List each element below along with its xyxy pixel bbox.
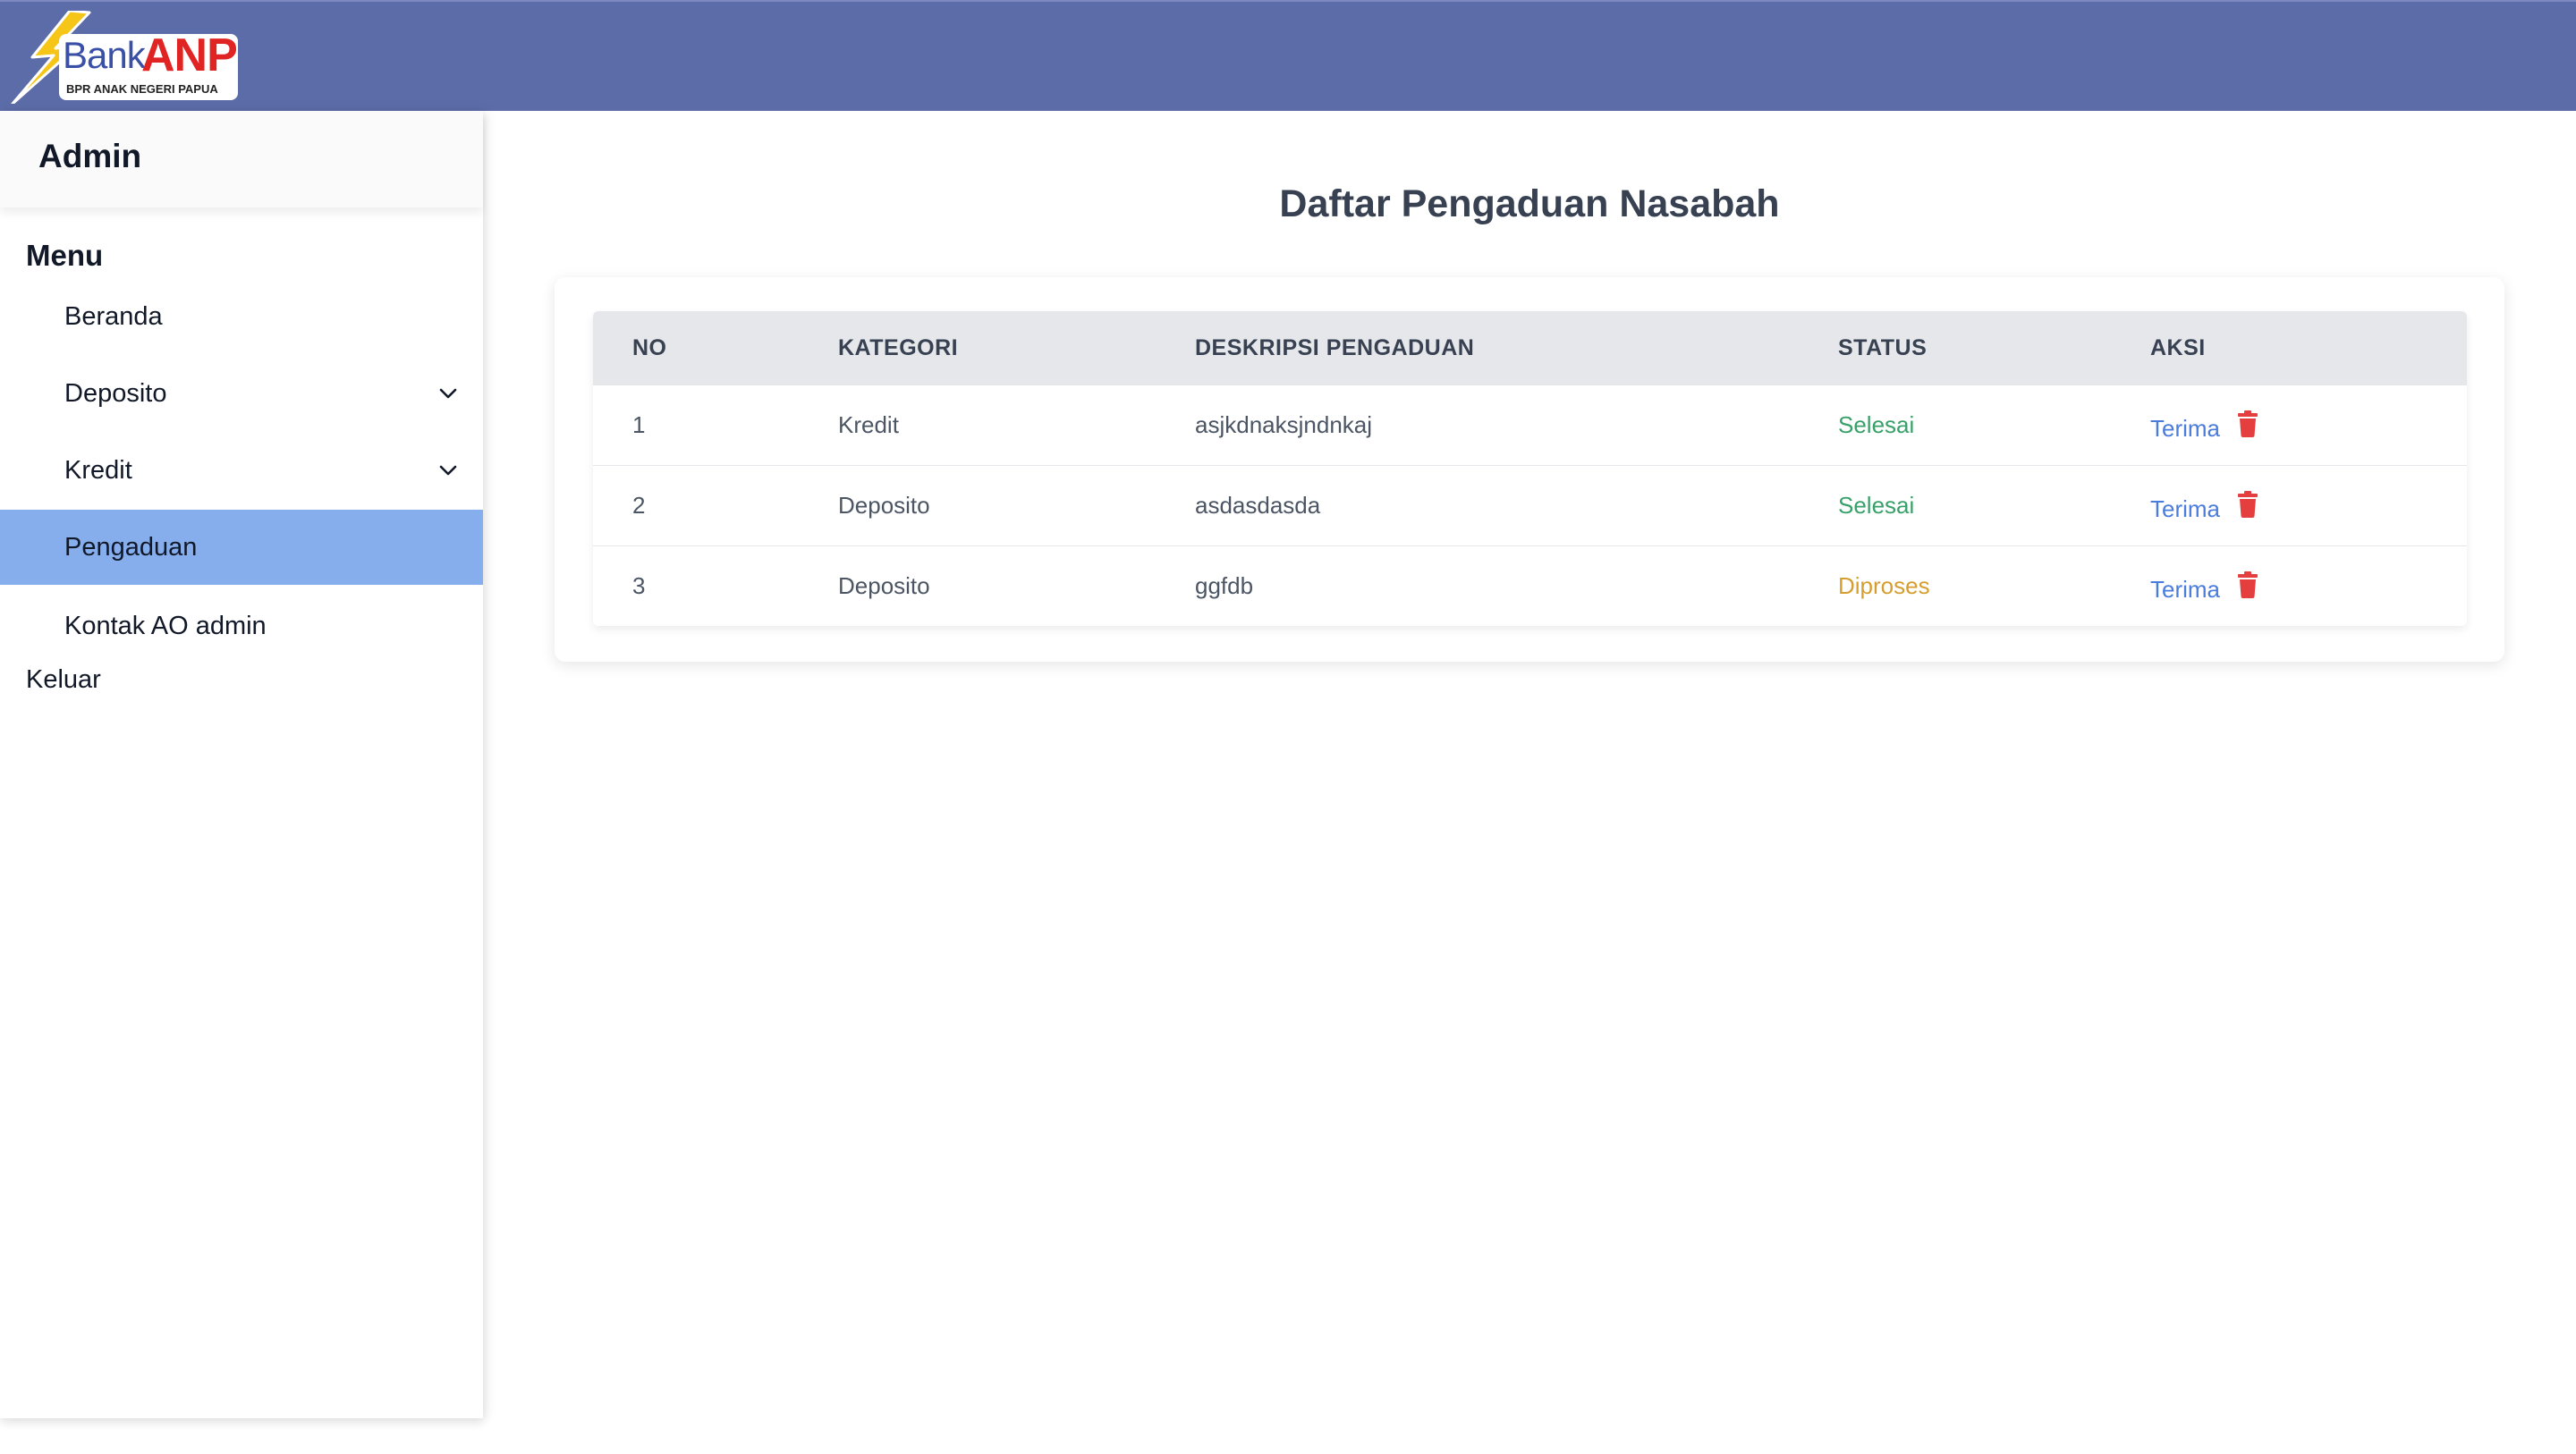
bank-anp-logo[interactable]: Bank ANP BPR ANAK NEGERI PAPUA <box>7 11 240 104</box>
page-title: Daftar Pengaduan Nasabah <box>1279 182 1780 225</box>
top-navbar: Bank ANP BPR ANAK NEGERI PAPUA <box>0 0 2576 111</box>
column-header-deskripsi: DESKRIPSI PENGADUAN <box>1195 335 1475 360</box>
sidebar-item-label: Kredit <box>64 455 132 485</box>
table-row: 2 Deposito asdasdasda Selesai Terima <box>593 465 2467 545</box>
column-header-no: NO <box>632 335 667 360</box>
status-badge: Diproses <box>1838 572 1930 599</box>
table-row: 3 Deposito ggfdb Diproses Terima <box>593 545 2467 626</box>
column-header-status: STATUS <box>1838 335 1928 360</box>
sidebar-item-pengaduan[interactable]: Pengaduan <box>0 510 483 585</box>
terima-button[interactable]: Terima <box>2150 550 2220 626</box>
logo-subtitle: BPR ANAK NEGERI PAPUA <box>66 82 218 96</box>
chevron-down-icon[interactable] <box>436 459 460 482</box>
column-header-aksi: AKSI <box>2150 335 2206 360</box>
sidebar-item-kontak-ao-admin[interactable]: Kontak AO admin <box>0 588 483 664</box>
sidebar-item-kredit[interactable]: Kredit <box>0 433 483 508</box>
sidebar: Admin Menu Beranda Deposito Kredit Penga… <box>0 111 483 1418</box>
logo-anp-text: ANP <box>141 30 238 81</box>
sidebar-header: Admin <box>0 111 483 207</box>
cell-no: 1 <box>632 411 646 438</box>
cell-kategori: Deposito <box>838 492 930 519</box>
column-header-kategori: KATEGORI <box>838 335 959 360</box>
status-badge: Selesai <box>1838 492 1915 519</box>
trash-icon[interactable] <box>2237 571 2258 598</box>
trash-icon[interactable] <box>2237 410 2258 437</box>
chevron-down-icon[interactable] <box>436 382 460 405</box>
menu-heading: Menu <box>26 239 104 272</box>
sidebar-item-deposito[interactable]: Deposito <box>0 356 483 431</box>
sidebar-title: Admin <box>38 138 142 174</box>
logo-bank-text: Bank <box>63 34 146 76</box>
cell-no: 2 <box>632 492 646 519</box>
logout-link[interactable]: Keluar <box>26 665 101 695</box>
terima-button[interactable]: Terima <box>2150 389 2220 469</box>
sidebar-item-label: Kontak AO admin <box>64 611 267 640</box>
table-header: NO KATEGORI DESKRIPSI PENGADUAN STATUS A… <box>593 311 2467 385</box>
cell-deskripsi: asjkdnaksjndnkaj <box>1195 411 1373 438</box>
complaints-table: NO KATEGORI DESKRIPSI PENGADUAN STATUS A… <box>593 311 2467 626</box>
sidebar-item-label: Deposito <box>64 378 167 408</box>
cell-no: 3 <box>632 572 646 599</box>
trash-icon[interactable] <box>2237 491 2258 518</box>
cell-deskripsi: asdasdasda <box>1195 492 1321 519</box>
cell-kategori: Deposito <box>838 572 930 599</box>
cell-kategori: Kredit <box>838 411 899 438</box>
status-badge: Selesai <box>1838 411 1915 438</box>
terima-button[interactable]: Terima <box>2150 469 2220 549</box>
cell-deskripsi: ggfdb <box>1195 572 1254 599</box>
sidebar-item-label: Beranda <box>64 301 163 331</box>
table-row: 1 Kredit asjkdnaksjndnkaj Selesai Terima <box>593 385 2467 465</box>
sidebar-item-label: Pengaduan <box>64 532 198 562</box>
sidebar-item-beranda[interactable]: Beranda <box>0 279 483 354</box>
